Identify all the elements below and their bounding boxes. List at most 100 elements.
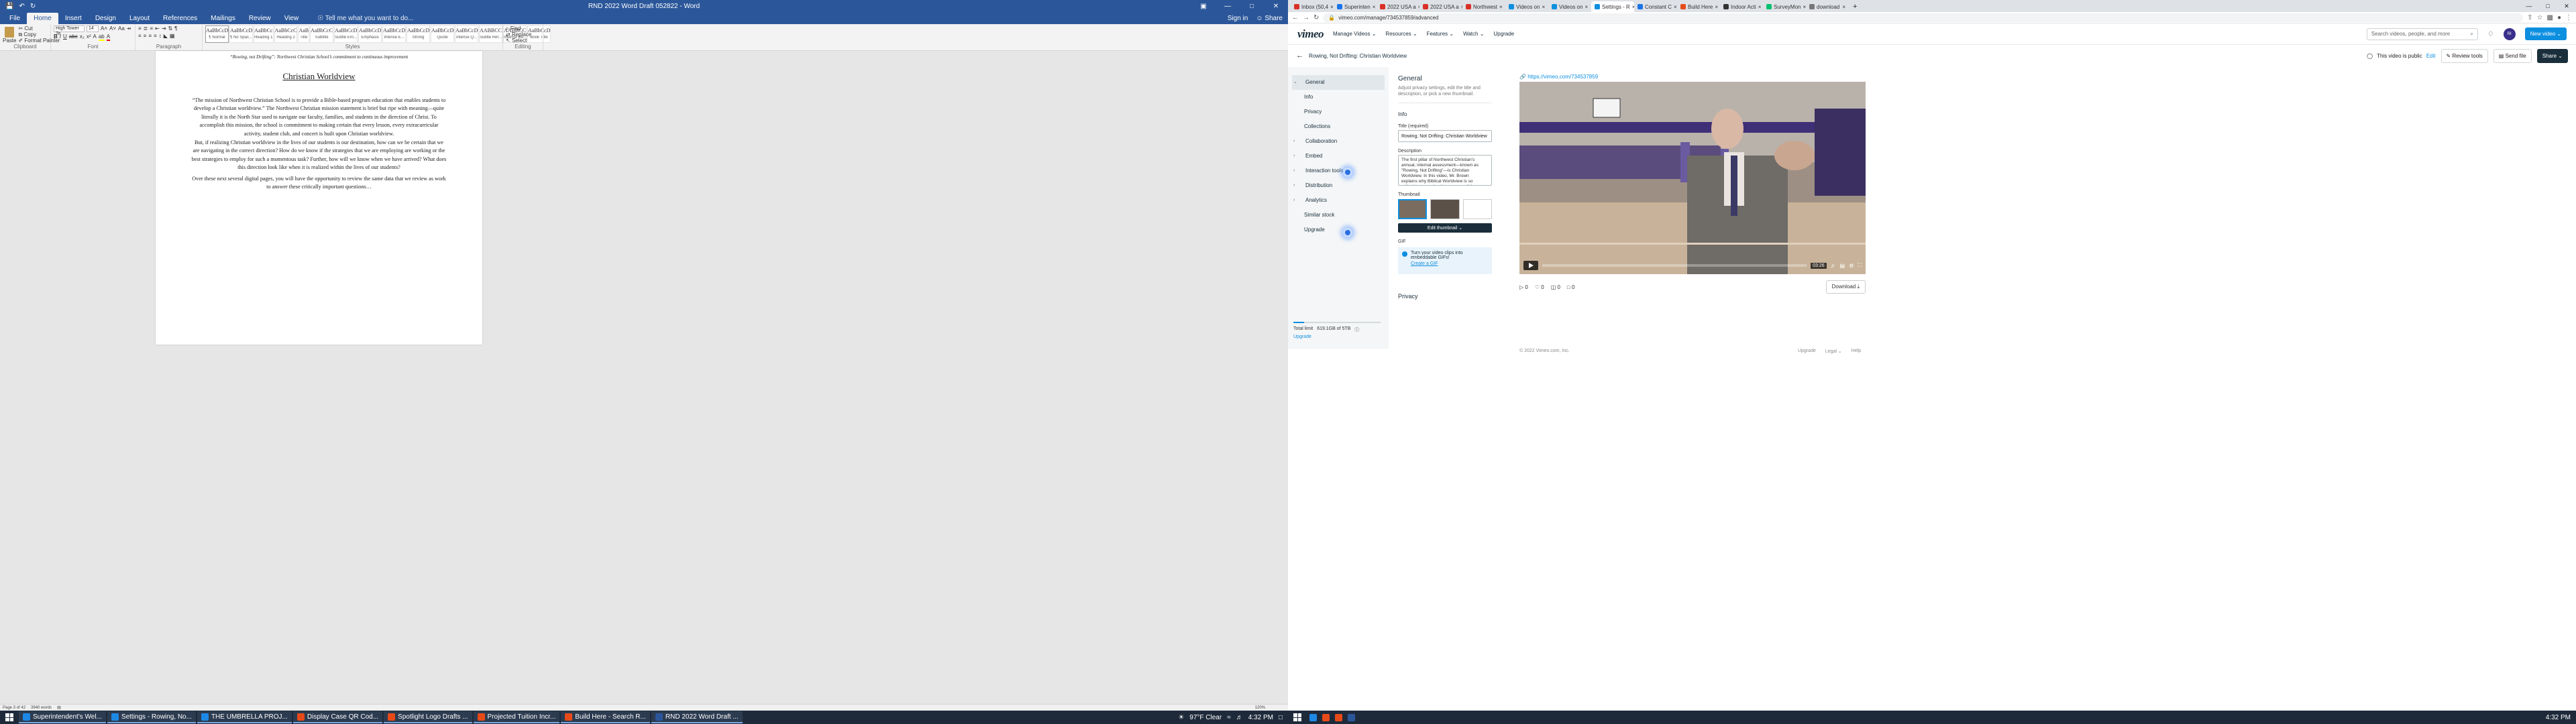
change-case-icon[interactable]: Aa (118, 25, 125, 32)
browser-tab[interactable]: Indoor Acti × (1720, 1, 1763, 12)
grow-font-icon[interactable]: A˄ (101, 25, 107, 32)
tab-view[interactable]: View (278, 13, 306, 24)
clear-format-icon[interactable]: ⇸ (127, 25, 131, 32)
taskbar-app[interactable]: RND 2022 Word Draft ... (651, 711, 743, 723)
style-intense-e[interactable]: AaBbCcDc Intense E... (382, 25, 407, 43)
browser-tab[interactable]: SurveyMon × (1763, 1, 1806, 12)
sidebar-item-collections[interactable]: Collections (1292, 119, 1385, 134)
likes-stat[interactable]: ♡ 0 (1535, 284, 1544, 290)
minimize-button[interactable]: — (1216, 3, 1240, 10)
proofing-icon[interactable]: ▤ (57, 705, 61, 710)
strikethrough-icon[interactable]: abc (69, 34, 78, 41)
taskbar-app[interactable]: THE UMBRELLA PROJ... (197, 711, 292, 723)
description-textarea[interactable]: The first pillar of Northwest Christian'… (1398, 155, 1492, 186)
share-button[interactable]: ☺ Share (1256, 15, 1283, 22)
style-subtle-em[interactable]: AaBbCcDc Subtle Em... (334, 25, 358, 43)
browser-tab[interactable]: download × (1806, 1, 1849, 12)
shrink-font-icon[interactable]: A˅ (109, 25, 116, 32)
tell-me-box[interactable]: ☉ Tell me what you want to do... (315, 13, 416, 24)
windows-start-icon[interactable] (0, 711, 19, 724)
close-tab-icon[interactable]: × (1373, 4, 1376, 10)
play-button[interactable] (1523, 261, 1538, 270)
justify-icon[interactable]: ≡ (154, 33, 157, 39)
browser-tab[interactable]: 2022 USA a× (1377, 1, 1419, 12)
style-normal[interactable]: AaBbCcDc ¶ Normal (205, 25, 229, 43)
close-tab-icon[interactable]: × (1842, 4, 1845, 10)
settings-gear-icon[interactable]: ⚙ (1849, 263, 1854, 269)
document-page[interactable]: “Rowing, not Drifting”: Northwest Christ… (156, 51, 482, 345)
maximize-button[interactable]: □ (2538, 3, 2557, 12)
font-size-select[interactable]: 14 (87, 25, 99, 32)
edit-privacy-link[interactable]: Edit (2426, 53, 2436, 59)
sign-in-link[interactable]: Sign in (1228, 15, 1248, 22)
undo-icon[interactable]: ↶ (19, 3, 24, 10)
numbering-icon[interactable]: ≣ (144, 25, 148, 32)
ribbon-display-icon[interactable]: ▣ (1191, 3, 1216, 10)
browser-tab[interactable]: 2022 USA a× (1419, 1, 1462, 12)
taskbar-app-icon[interactable] (1309, 713, 1317, 721)
replace-button[interactable]: ⇄ Replace (506, 32, 540, 38)
close-tab-icon[interactable]: × (1758, 4, 1762, 10)
select-button[interactable]: ↖ Select (506, 38, 540, 44)
review-tools-button[interactable]: ✎ Review tools (2440, 48, 2488, 63)
nav-manage-videos[interactable]: Manage Videos ⌄ (1333, 31, 1376, 37)
footer-upgrade-link[interactable]: Upgrade (1798, 349, 1816, 354)
tab-design[interactable]: Design (89, 13, 123, 24)
notifications-icon[interactable]: □ (1279, 714, 1283, 721)
windows-start-icon[interactable] (1288, 711, 1307, 724)
video-player[interactable]: 03:26 ♬ ▤ ⚙ ⛶ (1519, 82, 1866, 274)
browser-tab[interactable]: Inbox (50,4 × (1291, 1, 1334, 12)
taskbar-app[interactable]: Spotlight Logo Drafts ... (384, 711, 472, 723)
footer-help-link[interactable]: Help (1851, 349, 1861, 354)
close-tab-icon[interactable]: × (1674, 4, 1677, 10)
close-tab-icon[interactable]: × (1542, 4, 1545, 10)
redo-icon[interactable]: ↻ (30, 3, 36, 10)
edit-thumbnail-button[interactable]: Edit thumbnail ⌄ (1398, 223, 1492, 233)
tab-insert[interactable]: Insert (58, 13, 89, 24)
style-intense-q[interactable]: AaBbCcDc Intense Q... (455, 25, 479, 43)
close-tab-icon[interactable]: × (1715, 4, 1718, 10)
volume-icon[interactable]: ♬ (1236, 714, 1243, 721)
taskbar-app-icon[interactable] (1322, 713, 1330, 721)
thumbnail-option[interactable] (1398, 199, 1428, 219)
thumbnail-option[interactable] (1462, 199, 1493, 219)
new-video-button[interactable]: New video ⌄ (2524, 27, 2567, 40)
tab-mailings[interactable]: Mailings (204, 13, 242, 24)
storage-upgrade-link[interactable]: Upgrade (1293, 335, 1381, 339)
align-left-icon[interactable]: ≡ (138, 33, 142, 39)
sidebar-item-interaction-tools[interactable]: › Interaction tools (1292, 164, 1385, 178)
superscript-icon[interactable]: x² (87, 34, 91, 41)
minimize-button[interactable]: — (2520, 3, 2538, 12)
tab-layout[interactable]: Layout (123, 13, 156, 24)
clock[interactable]: 4:32 PM (1248, 714, 1273, 721)
font-name-select[interactable]: High Tower Te (54, 25, 85, 36)
share-button[interactable]: Share ⌄ (2536, 48, 2568, 63)
style-no-spac[interactable]: AaBbCcDc ¶ No Spac... (229, 25, 253, 43)
fullscreen-icon[interactable]: ⛶ (1858, 262, 1862, 269)
close-tab-icon[interactable]: × (1499, 4, 1503, 10)
bookmark-star-icon[interactable]: ☆ (2537, 14, 2543, 21)
weather-icon[interactable]: ☀ (1178, 714, 1184, 721)
extensions-icon[interactable]: ▩ (2547, 14, 2553, 21)
increase-indent-icon[interactable]: ⇥ (162, 25, 166, 32)
find-button[interactable]: ⌕ Find (506, 25, 540, 32)
sidebar-item-info[interactable]: Info (1292, 90, 1385, 105)
shading-icon[interactable]: ◣ (164, 33, 168, 39)
page-count[interactable]: Page 3 of 42 (3, 706, 25, 710)
browser-tab[interactable]: Northwest × (1462, 1, 1505, 12)
save-icon[interactable]: 💾 (5, 3, 13, 10)
menu-dots-icon[interactable]: ⋮ (2565, 14, 2572, 21)
reload-icon[interactable]: ↻ (1313, 14, 1319, 21)
bullets-icon[interactable]: ≡ (138, 25, 142, 32)
collections-stat[interactable]: ◫ 0 (1551, 284, 1560, 290)
pilcrow-icon[interactable]: ¶ (174, 25, 177, 32)
new-tab-button[interactable]: + (1849, 3, 1861, 12)
taskbar-app[interactable]: Superintendent's Wel... (19, 711, 106, 723)
align-right-icon[interactable]: ≡ (148, 33, 152, 39)
style-quote[interactable]: AaBbCcDc Quote (431, 25, 455, 43)
taskbar-app-icon[interactable] (1335, 713, 1342, 721)
close-tab-icon[interactable]: × (1585, 4, 1588, 10)
close-button[interactable]: ✕ (1264, 3, 1288, 10)
browser-tab[interactable]: Settings - R × (1591, 1, 1634, 12)
share-page-icon[interactable]: ⇧ (2527, 14, 2532, 21)
